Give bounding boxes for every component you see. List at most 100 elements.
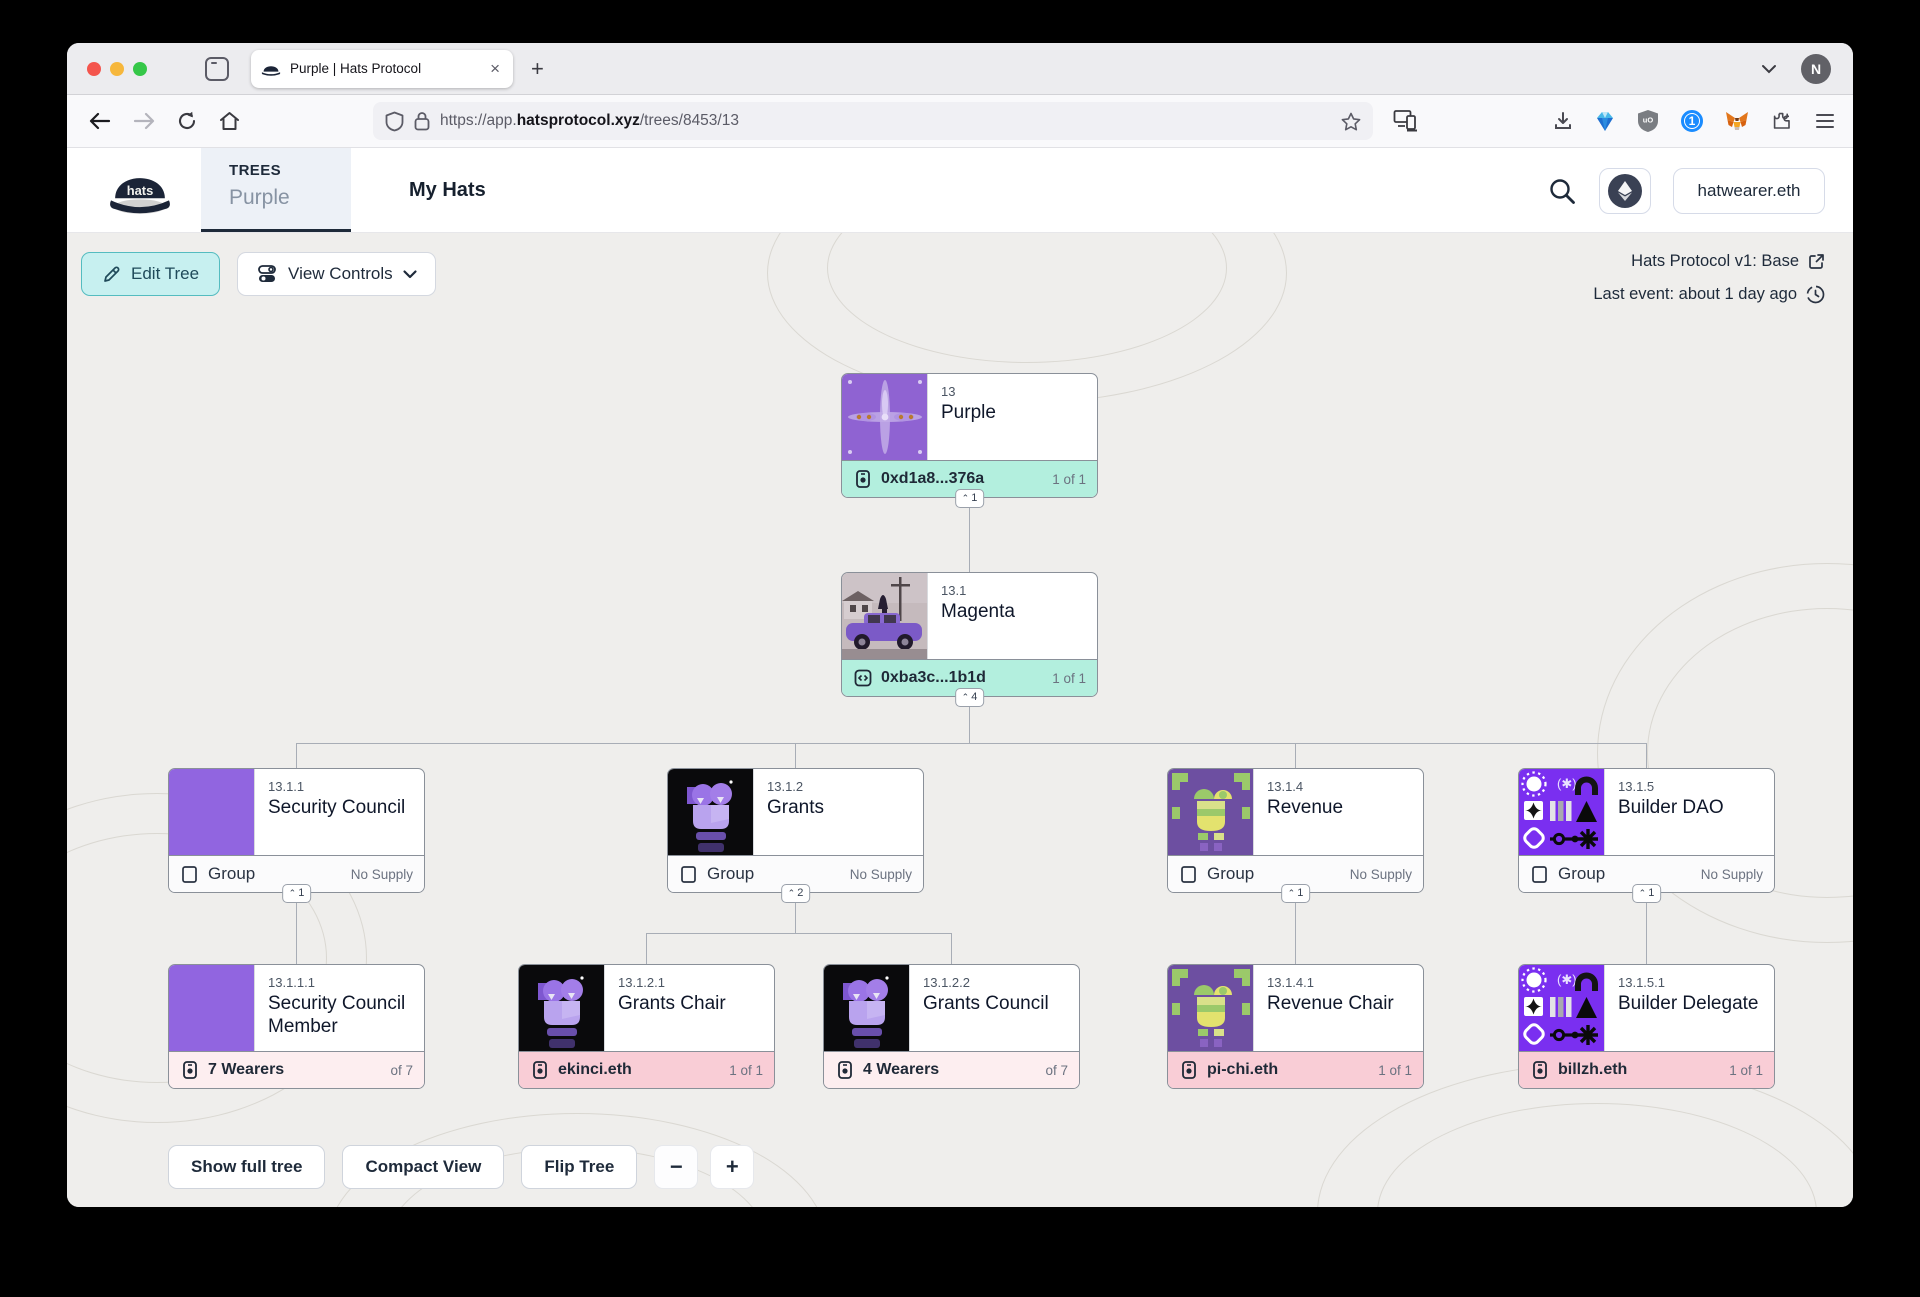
collapse-pill[interactable]: ⌃1: [1632, 884, 1662, 903]
tab-close-icon[interactable]: ×: [487, 59, 503, 79]
send-to-device-icon[interactable]: [1393, 109, 1419, 133]
network-label: Hats Protocol v1: Base: [1631, 252, 1799, 271]
lock-icon[interactable]: [414, 111, 430, 131]
tab-trees[interactable]: TREES Purple: [201, 148, 351, 232]
wearer-badge-icon: [1530, 1060, 1550, 1080]
hat-card-13-1-5-builder-dao[interactable]: 13.1.5 Builder DAO Group No Supply ⌃1: [1518, 768, 1775, 893]
last-event-label: Last event: about 1 day ago: [1593, 285, 1797, 304]
group-icon: [180, 864, 200, 884]
hat-card-13-1-2-2-grants-council[interactable]: 13.1.2.2 Grants Council 4 Wearers of 7: [823, 964, 1080, 1089]
clock-icon: [1806, 285, 1825, 304]
tracking-shield-icon[interactable]: [385, 111, 404, 132]
supply-count: No Supply: [850, 867, 912, 882]
url-text: https://app.hatsprotocol.xyz/trees/8453/…: [440, 112, 739, 130]
collapse-pill[interactable]: ⌃1: [1281, 884, 1311, 903]
supply-count: 1 of 1: [1729, 1063, 1763, 1078]
collapse-pill[interactable]: ⌃1: [955, 489, 985, 508]
flip-tree-button[interactable]: Flip Tree: [521, 1145, 637, 1189]
view-controls-button[interactable]: View Controls: [237, 252, 436, 296]
hat-name: Revenue Chair: [1267, 992, 1394, 1015]
hats-logo[interactable]: hats: [107, 148, 177, 232]
hat-card-13-1-1-1-security-council-member[interactable]: 13.1.1.1 Security Council Member 7 Weare…: [168, 964, 425, 1089]
forward-icon[interactable]: [133, 112, 155, 130]
group-icon: [1530, 864, 1550, 884]
toggles-icon: [256, 263, 278, 285]
extensions-puzzle-icon[interactable]: [1771, 110, 1793, 132]
bookmark-star-icon[interactable]: [1341, 112, 1361, 131]
browser-tab-active[interactable]: Purple | Hats Protocol ×: [251, 50, 513, 88]
collapse-pill[interactable]: ⌃1: [282, 884, 312, 903]
external-link-icon[interactable]: [1808, 253, 1825, 270]
collapse-pill[interactable]: ⌃4: [955, 688, 985, 707]
profile-avatar[interactable]: N: [1801, 54, 1831, 84]
supply-count: No Supply: [351, 867, 413, 882]
network-ethereum-button[interactable]: [1599, 168, 1651, 214]
minimize-window-button[interactable]: [110, 62, 124, 76]
back-icon[interactable]: [89, 112, 111, 130]
hat-card-13-1-2-1-grants-chair[interactable]: 13.1.2.1 Grants Chair ekinci.eth 1 of 1: [518, 964, 775, 1089]
wearer-badge-icon: [530, 1060, 550, 1080]
hat-image: [169, 965, 255, 1051]
hat-name: Grants: [767, 796, 824, 819]
close-window-button[interactable]: [87, 62, 101, 76]
hat-image: [1519, 965, 1605, 1051]
supply-count: 1 of 1: [1052, 472, 1086, 487]
edit-tree-button[interactable]: Edit Tree: [81, 252, 220, 296]
svg-text:uO: uO: [1643, 116, 1654, 125]
url-domain: hatsprotocol.xyz: [517, 112, 640, 129]
hat-name: Magenta: [941, 600, 1015, 623]
maximize-window-button[interactable]: [133, 62, 147, 76]
show-full-tree-button[interactable]: Show full tree: [168, 1145, 325, 1189]
reload-icon[interactable]: [177, 111, 197, 131]
address-bar[interactable]: https://app.hatsprotocol.xyz/trees/8453/…: [373, 102, 1373, 140]
hat-card-13-1-5-1-builder-delegate[interactable]: 13.1.5.1 Builder Delegate billzh.eth 1 o…: [1518, 964, 1775, 1089]
browser-toolbar: https://app.hatsprotocol.xyz/trees/8453/…: [67, 95, 1853, 148]
new-tab-button[interactable]: +: [531, 56, 544, 82]
hat-name: Purple: [941, 401, 996, 424]
firefox-view-icon[interactable]: [205, 57, 229, 81]
hat-id: 13.1.4.1: [1267, 975, 1394, 990]
collapse-pill[interactable]: ⌃2: [781, 884, 811, 903]
hat-image: [1168, 769, 1254, 855]
hat-name: Grants Council: [923, 992, 1049, 1015]
zoom-in-button[interactable]: +: [710, 1145, 754, 1189]
hat-card-13-1-4-1-revenue-chair[interactable]: 13.1.4.1 Revenue Chair pi-chi.eth 1 of 1: [1167, 964, 1424, 1089]
group-label: Group: [208, 864, 255, 884]
hat-card-13-1-1-security-council[interactable]: 13.1.1 Security Council Group No Supply …: [168, 768, 425, 893]
group-label: Group: [1558, 864, 1605, 884]
hat-id: 13.1.1: [268, 779, 405, 794]
list-tabs-chevron-down-icon[interactable]: [1761, 64, 1777, 74]
compact-view-button[interactable]: Compact View: [342, 1145, 504, 1189]
supply-count: of 7: [1045, 1063, 1068, 1078]
hat-image: [1168, 965, 1254, 1051]
tab-my-hats[interactable]: My Hats: [409, 179, 486, 202]
browser-window: Purple | Hats Protocol × + N: [67, 43, 1853, 1207]
hat-image: [668, 769, 754, 855]
downloads-icon[interactable]: [1553, 111, 1573, 131]
hat-card-13-1-4-revenue[interactable]: 13.1.4 Revenue Group No Supply ⌃1: [1167, 768, 1424, 893]
hat-card-13-1-magenta[interactable]: 13.1 Magenta 0xba3c...1b1d 1 of 1 ⌃4: [841, 572, 1098, 697]
wearers-count: 4 Wearers: [863, 1061, 939, 1079]
hat-card-13-1-2-grants[interactable]: 13.1.2 Grants Group No Supply ⌃2: [667, 768, 924, 893]
hat-image: [842, 573, 928, 659]
zoom-out-button[interactable]: −: [654, 1145, 698, 1189]
hat-image: [824, 965, 910, 1051]
view-controls-label: View Controls: [288, 264, 393, 284]
venn-wallet-extension-icon[interactable]: [1595, 110, 1615, 132]
code-contract-icon: [853, 668, 873, 688]
hat-image: [842, 374, 928, 460]
home-icon[interactable]: [219, 111, 240, 131]
wearer-address: 0xd1a8...376a: [881, 470, 984, 488]
hat-card-13-purple[interactable]: 13 Purple 0xd1a8...376a 1 of 1 ⌃1: [841, 373, 1098, 498]
supply-count: of 7: [390, 1063, 413, 1078]
current-tree-name: Purple: [229, 186, 351, 210]
ublock-origin-extension-icon[interactable]: uO: [1637, 109, 1659, 133]
hat-name: Security Council Member: [268, 992, 416, 1038]
group-icon: [679, 864, 699, 884]
hat-id: 13.1.4: [1267, 779, 1343, 794]
menu-hamburger-icon[interactable]: [1815, 113, 1835, 129]
onepassword-extension-icon[interactable]: 1: [1681, 110, 1703, 132]
search-icon[interactable]: [1547, 176, 1577, 206]
metamask-extension-icon[interactable]: [1725, 110, 1749, 132]
wallet-address-button[interactable]: hatwearer.eth: [1673, 168, 1825, 214]
